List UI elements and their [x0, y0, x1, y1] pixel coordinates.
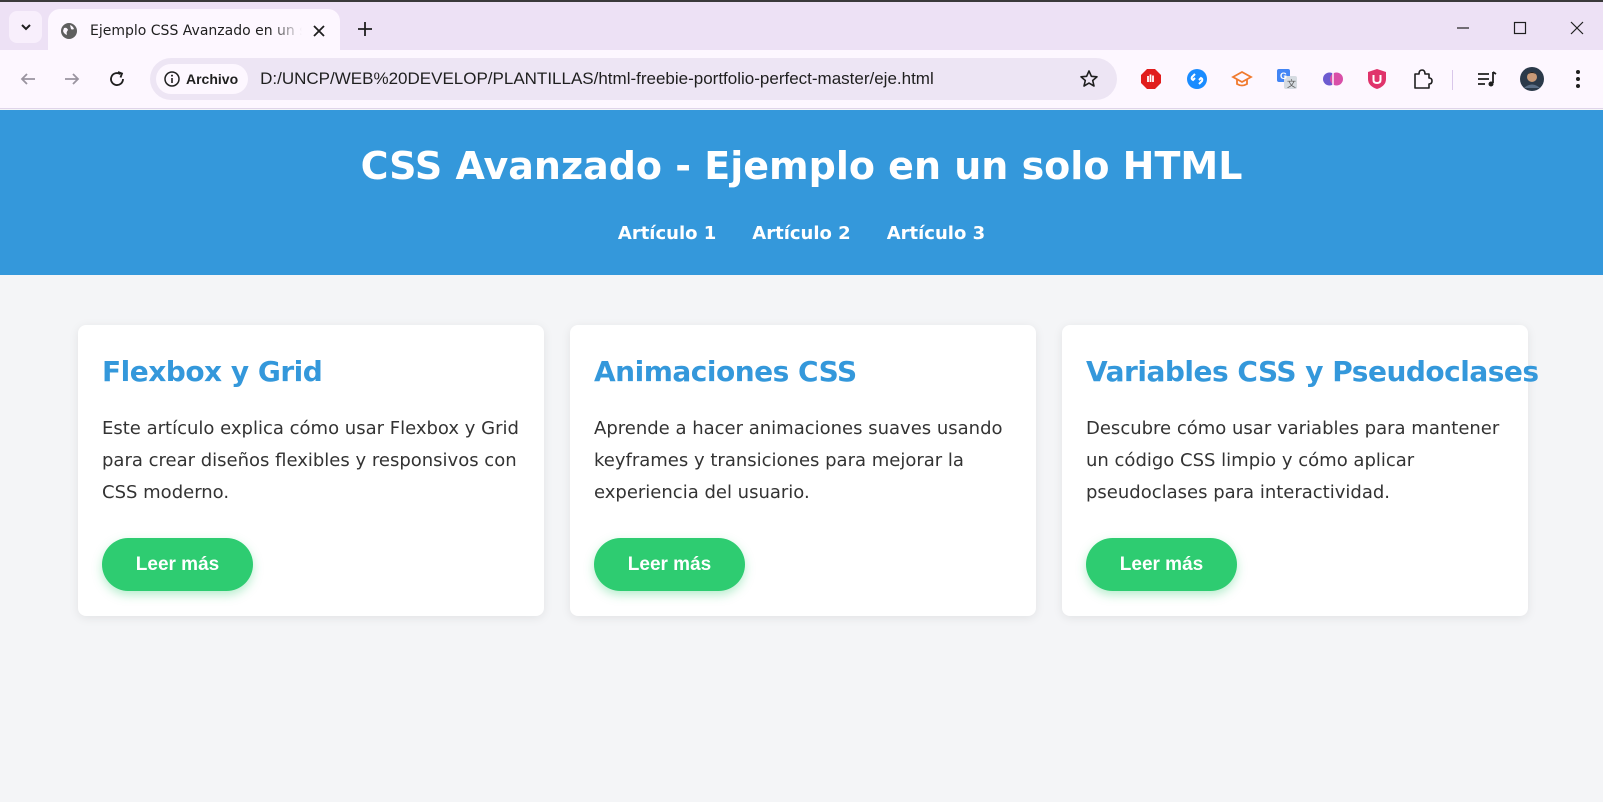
read-more-button[interactable]: Leer más: [594, 538, 745, 591]
tab-strip: Ejemplo CSS Avanzado en un solo HTML: [0, 0, 1603, 52]
minimize-icon: [1457, 27, 1469, 29]
article-card-variables: Variables CSS y Pseudoclases Descubre có…: [1062, 325, 1539, 616]
url-text[interactable]: D:/UNCP/WEB%20DEVELOP/PLANTILLAS/html-fr…: [260, 69, 1075, 89]
card-title: Flexbox y Grid: [102, 355, 323, 388]
reload-button[interactable]: [103, 65, 131, 93]
svg-text:G: G: [1280, 71, 1287, 81]
card-text: Aprende a hacer animaciones suaves usand…: [594, 418, 1003, 503]
globe-icon: [61, 22, 77, 39]
card-title: Variables CSS y Pseudoclases: [1086, 355, 1539, 388]
bookmark-button[interactable]: [1075, 65, 1103, 93]
svg-text:文: 文: [1287, 78, 1296, 89]
chevron-down-icon: [20, 24, 31, 31]
brain-icon[interactable]: [1320, 66, 1346, 92]
ublock-icon[interactable]: [1364, 66, 1390, 92]
address-bar[interactable]: Archivo D:/UNCP/WEB%20DEVELOP/PLANTILLAS…: [150, 58, 1117, 100]
translate-icon[interactable]: G文: [1274, 66, 1300, 92]
browser-tab[interactable]: Ejemplo CSS Avanzado en un solo HTML: [48, 9, 340, 52]
site-info-label: Archivo: [186, 71, 239, 87]
scholar-icon[interactable]: [1229, 66, 1255, 92]
article-card-animaciones: Animaciones CSS Aprende a hacer animacio…: [570, 325, 1036, 616]
read-more-button[interactable]: Leer más: [1086, 538, 1237, 591]
forward-button[interactable]: [58, 65, 86, 93]
browser-toolbar: Archivo D:/UNCP/WEB%20DEVELOP/PLANTILLAS…: [0, 50, 1603, 109]
page-title: CSS Avanzado - Ejemplo en un solo HTML: [360, 144, 1243, 188]
card-title: Animaciones CSS: [594, 355, 857, 388]
card-text: Este artículo explica cómo usar Flexbox …: [102, 418, 519, 503]
articles-grid: Flexbox y Grid Este artículo explica cóm…: [78, 325, 1539, 616]
shazam-icon[interactable]: [1184, 66, 1210, 92]
minimize-button[interactable]: [1440, 14, 1486, 42]
media-controls-icon[interactable]: [1474, 66, 1500, 92]
maximize-icon: [1513, 21, 1527, 35]
toolbar-divider: [1452, 70, 1453, 90]
menu-icon[interactable]: [1565, 66, 1591, 92]
star-icon: [1080, 70, 1098, 87]
reload-icon: [110, 71, 124, 86]
close-tab-icon[interactable]: [310, 22, 328, 40]
adblock-icon[interactable]: [1138, 66, 1164, 92]
avatar[interactable]: [1519, 66, 1545, 92]
close-window-button[interactable]: [1554, 14, 1600, 42]
card-text: Descubre cómo usar variables para manten…: [1086, 418, 1500, 503]
back-button[interactable]: [14, 65, 42, 93]
nav-link-articulo-3[interactable]: Artículo 3: [887, 223, 985, 244]
puzzle-extensions-icon[interactable]: [1409, 66, 1435, 92]
arrow-left-icon: [20, 73, 35, 85]
site-header: CSS Avanzado - Ejemplo en un solo HTML A…: [0, 110, 1603, 275]
nav-link-articulo-1[interactable]: Artículo 1: [618, 223, 716, 244]
plus-icon: [358, 22, 372, 36]
site-nav: Artículo 1 Artículo 2 Artículo 3: [0, 223, 1603, 244]
read-more-button[interactable]: Leer más: [102, 538, 253, 591]
new-tab-button[interactable]: [352, 16, 378, 42]
tab-search-button[interactable]: [9, 11, 42, 43]
arrow-right-icon: [65, 73, 80, 85]
nav-link-articulo-2[interactable]: Artículo 2: [752, 223, 850, 244]
close-icon: [1570, 21, 1584, 35]
info-icon: [164, 71, 180, 87]
maximize-button[interactable]: [1497, 14, 1543, 42]
article-card-flexbox: Flexbox y Grid Este artículo explica cóm…: [78, 325, 544, 616]
tab-title: Ejemplo CSS Avanzado en un solo HTML: [90, 22, 302, 39]
site-info-chip[interactable]: Archivo: [156, 64, 249, 94]
